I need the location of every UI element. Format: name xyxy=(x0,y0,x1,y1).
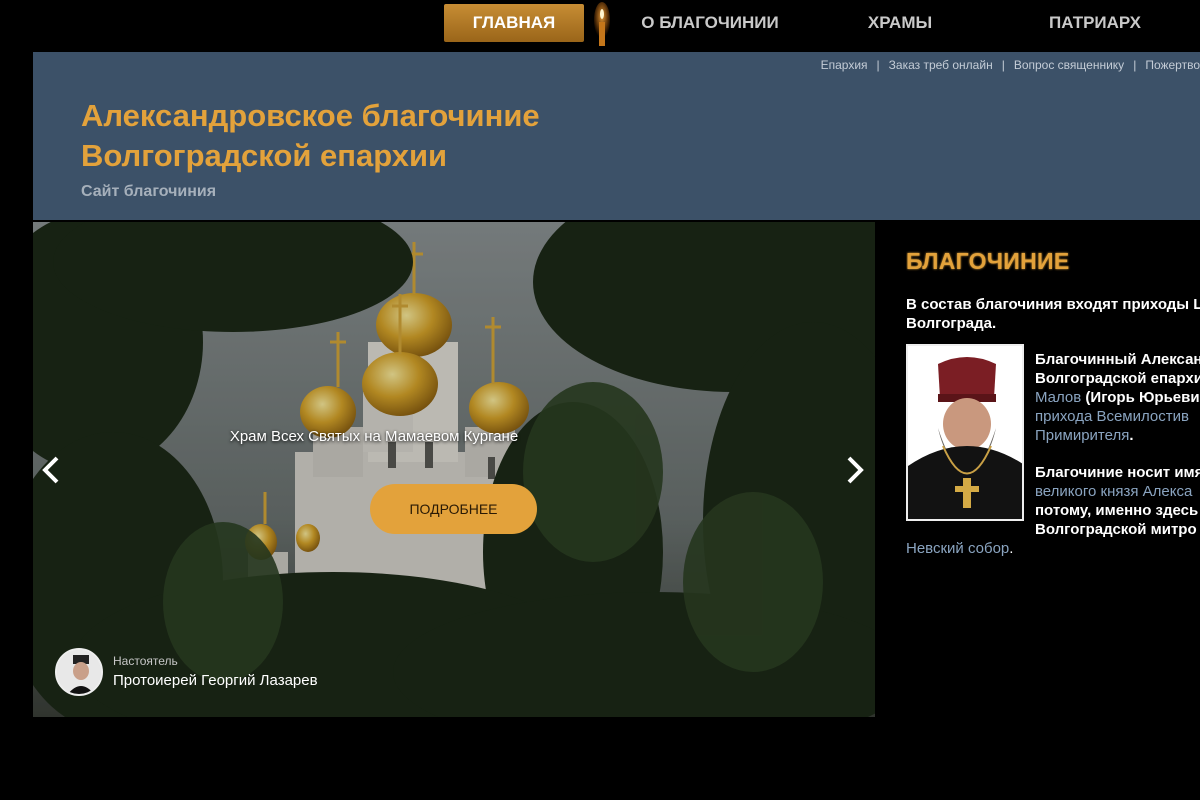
avatar xyxy=(55,648,103,696)
para-line: великого князя Алекса xyxy=(1035,482,1200,501)
nav-item-churches[interactable]: ХРАМЫ xyxy=(840,4,960,42)
link-ask-priest[interactable]: Вопрос священнику xyxy=(1014,58,1124,72)
top-links: Епархия | Заказ треб онлайн | Вопрос священн… xyxy=(821,58,1200,72)
para-line: Малов (Игорь Юрьеви xyxy=(1035,388,1200,407)
para-line: Волгоградской митро xyxy=(1035,521,1197,538)
dean-portrait xyxy=(906,344,1024,521)
deanery-title: БЛАГОЧИНИЕ xyxy=(906,248,1070,274)
deanery-panel: БЛАГОЧИНИЕ В состав благочиния входят пр… xyxy=(906,222,1200,800)
hero-slider: Храм Всех Святых на Мамаевом Кургане ПОД… xyxy=(33,222,875,717)
para-text: (Игорь Юрьеви xyxy=(1081,389,1200,406)
dean-paragraph: Благочинный Алексан Волгоградской епархи… xyxy=(1035,350,1200,445)
site-header: Епархия | Заказ треб онлайн | Вопрос священн… xyxy=(33,52,1200,220)
link-donate[interactable]: Пожертво xyxy=(1145,58,1200,72)
link-order-online[interactable]: Заказ треб онлайн xyxy=(889,58,993,72)
church-photo xyxy=(33,222,875,717)
para-line: потому, именно здесь xyxy=(1035,502,1199,519)
nav-item-about[interactable]: О БЛАГОЧИНИИ xyxy=(630,4,790,42)
cathedral-link[interactable]: Невский собор xyxy=(906,540,1009,557)
link-eparchy[interactable]: Епархия xyxy=(821,58,868,72)
tail-text: . xyxy=(1009,540,1014,557)
separator: | xyxy=(876,58,880,72)
para-line: Примирителя. xyxy=(1035,426,1200,445)
para-line: прихода Всемилостив xyxy=(1035,407,1200,426)
deanery-name-paragraph: Благочиние носит имя великого князя Алек… xyxy=(1035,463,1200,539)
para-line: Благочиние носит имя xyxy=(1035,464,1200,481)
site-title[interactable]: Александровское благочиние Волгоградской… xyxy=(81,96,641,176)
para-line: Благочинный Алексан xyxy=(1035,351,1200,368)
more-button[interactable]: ПОДРОБНЕЕ xyxy=(370,484,537,534)
nav-item-home[interactable]: ГЛАВНАЯ xyxy=(444,4,584,42)
candle-icon xyxy=(594,2,610,46)
nav-item-patriarch[interactable]: ПАТРИАРХ xyxy=(1030,4,1160,42)
parish-link[interactable]: прихода Всемилостив xyxy=(1035,408,1189,425)
slide-caption: Храм Всех Святых на Мамаевом Кургане xyxy=(229,428,519,445)
prince-link[interactable]: великого князя Алекса xyxy=(1035,483,1192,500)
deanery-intro: В состав благочиния входят приходы Ц Вол… xyxy=(906,295,1200,333)
rector-name: Протоиерей Георгий Лазарев xyxy=(113,672,318,689)
top-nav: ГЛАВНАЯ О БЛАГОЧИНИИ ХРАМЫ ПАТРИАРХ xyxy=(0,0,1200,48)
para-line: Волгоградской епархи xyxy=(1035,370,1200,387)
para-text: . xyxy=(1129,427,1134,444)
chevron-right-icon[interactable] xyxy=(843,454,867,486)
intro-line: Волгограда. xyxy=(906,315,997,332)
dean-name-link[interactable]: Малов xyxy=(1035,389,1081,406)
chevron-left-icon[interactable] xyxy=(39,454,63,486)
separator: | xyxy=(1001,58,1005,72)
separator: | xyxy=(1133,58,1137,72)
intro-line: В состав благочиния входят приходы Ц xyxy=(906,296,1200,313)
site-subtitle: Сайт благочиния xyxy=(81,183,217,200)
parish-link-cont[interactable]: Примирителя xyxy=(1035,427,1129,444)
cathedral-line: Невский собор. xyxy=(906,540,1013,557)
rector-role: Настоятель xyxy=(113,654,178,668)
